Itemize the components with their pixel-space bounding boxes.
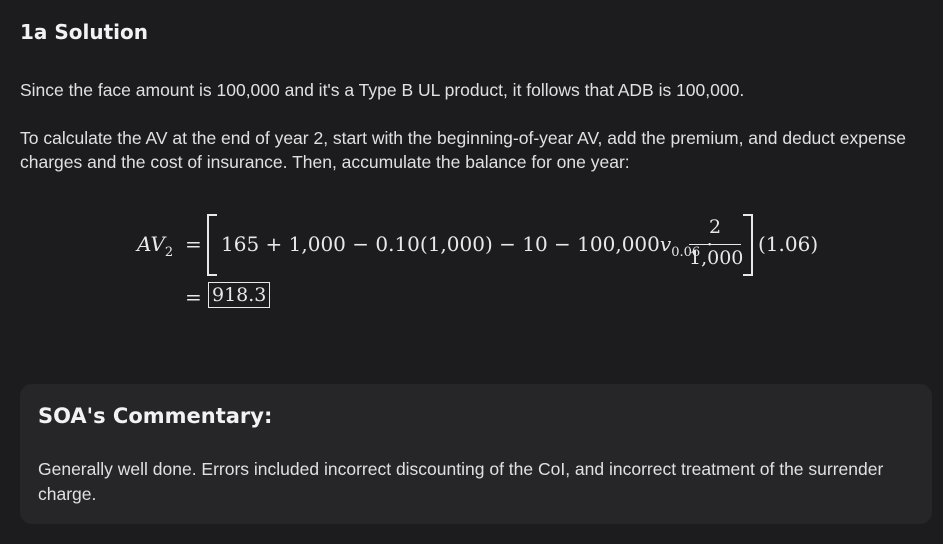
left-bracket	[207, 214, 217, 276]
commentary-title: SOA's Commentary:	[38, 404, 273, 428]
bracket-content: 165 + 1,000 − 0.10(1,000) − 10 − 100,000…	[221, 232, 713, 260]
fraction-denominator: 1,000	[689, 247, 744, 269]
fraction-bar	[689, 244, 741, 245]
equation-lhs: AV2	[137, 232, 173, 260]
discount-variable: v	[659, 232, 672, 256]
lhs-subscript: 2	[164, 245, 174, 260]
accumulation-factor: (1.06)	[758, 232, 819, 256]
boxed-result: 918.3	[208, 282, 271, 308]
equals-sign-2: =	[185, 285, 202, 309]
fraction-numerator: 2	[708, 216, 722, 238]
bracket-terms: 165 + 1,000 − 0.10(1,000) − 10 − 100,000	[221, 232, 660, 256]
solution-heading: 1a Solution	[20, 20, 149, 44]
commentary-card: SOA's Commentary: Generally well done. E…	[20, 384, 932, 524]
equals-sign-1: =	[185, 232, 202, 256]
paragraph-av-method: To calculate the AV at the end of year 2…	[20, 128, 906, 172]
lhs-variable: AV	[137, 232, 165, 256]
commentary-text: Generally well done. Errors included inc…	[38, 459, 884, 504]
fraction: 2 1,000	[689, 216, 744, 269]
paragraph-adb: Since the face amount is 100,000 and it'…	[20, 80, 745, 100]
right-bracket	[743, 214, 753, 276]
